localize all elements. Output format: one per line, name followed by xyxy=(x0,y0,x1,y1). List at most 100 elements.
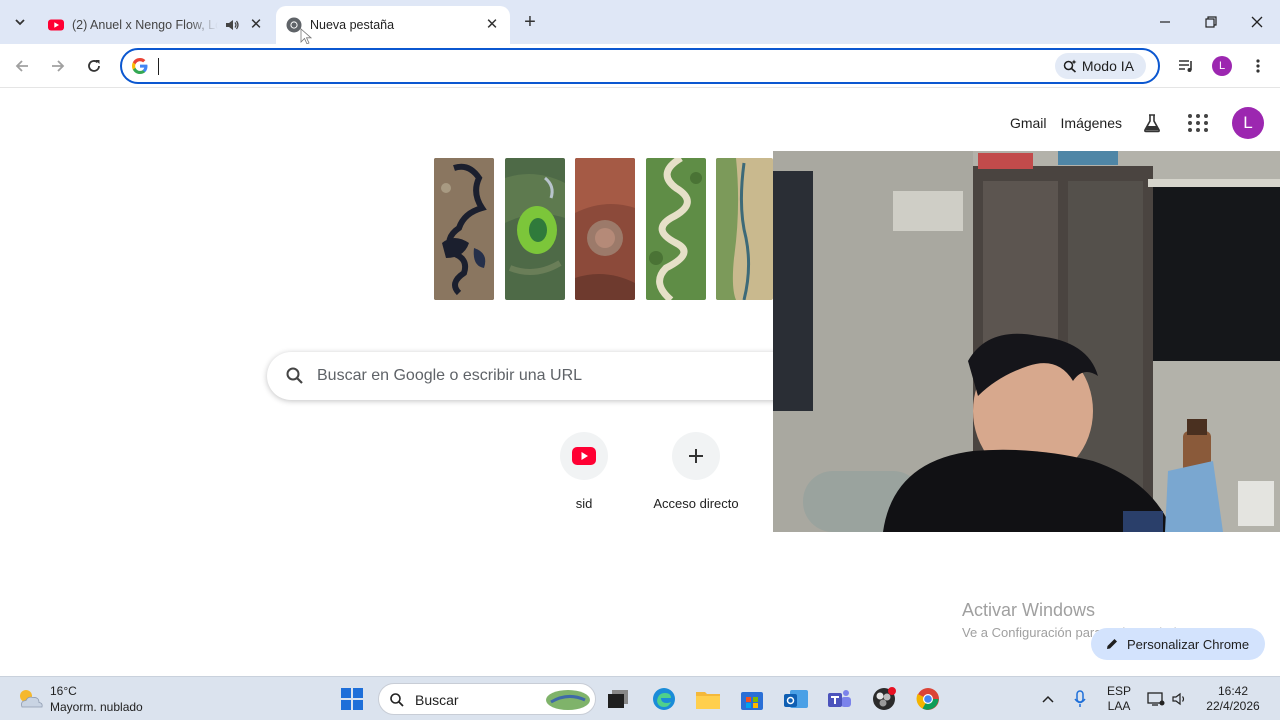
customize-chrome-button[interactable]: Personalizar Chrome xyxy=(1091,628,1266,660)
obs-icon xyxy=(873,687,896,710)
chrome-icon xyxy=(916,688,939,710)
chrome-app[interactable] xyxy=(912,683,944,715)
teams-icon xyxy=(828,690,851,707)
tab-title: (2) Anuel x Nengo Flow, Los xyxy=(72,18,218,32)
shortcut-label: sid xyxy=(575,496,593,511)
speaker-icon[interactable] xyxy=(224,17,240,33)
forward-button[interactable] xyxy=(44,52,72,80)
minimize-icon xyxy=(1160,21,1170,23)
weather-desc: Mayorm. nublado xyxy=(50,700,143,714)
chrome-menu-button[interactable] xyxy=(1245,53,1271,79)
flask-icon xyxy=(1144,114,1160,133)
images-link[interactable]: Imágenes xyxy=(1061,115,1122,131)
tray-overflow-button[interactable] xyxy=(1038,683,1058,715)
windows-logo-icon xyxy=(341,688,363,710)
browser-toolbar: Modo IA L xyxy=(0,44,1280,88)
add-shortcut-tile[interactable]: Acceso directo xyxy=(640,432,752,528)
search-icon xyxy=(286,367,303,384)
shortcut-icon-circle xyxy=(560,432,608,480)
close-window-button[interactable] xyxy=(1242,8,1272,36)
activation-title: Activar Windows xyxy=(962,600,1096,620)
clock-date: 22/4/2026 xyxy=(1206,699,1260,713)
task-view-icon xyxy=(608,690,628,708)
avatar: L xyxy=(1212,56,1232,76)
chevron-down-icon xyxy=(15,19,25,26)
shortcut-tile[interactable]: sid xyxy=(528,432,640,528)
tab-youtube[interactable]: (2) Anuel x Nengo Flow, Los ✕ xyxy=(38,6,274,44)
back-arrow-icon xyxy=(15,60,28,72)
text-caret xyxy=(158,58,159,75)
new-tab-button[interactable]: + xyxy=(518,10,542,34)
youtube-icon xyxy=(48,19,64,31)
youtube-icon xyxy=(572,447,596,465)
folder-icon xyxy=(696,692,720,709)
doodle-panel xyxy=(646,158,706,300)
store-icon xyxy=(741,692,763,710)
webcam-video-image xyxy=(773,151,1280,532)
search-placeholder: Buscar en Google o escribir una URL xyxy=(317,367,583,384)
reload-icon xyxy=(88,60,100,72)
more-vertical-icon xyxy=(1256,59,1260,73)
keyboard-layout: LAA xyxy=(1107,699,1131,713)
profile-button[interactable]: L xyxy=(1209,53,1235,79)
plus-icon xyxy=(689,449,703,463)
ntp-search-box[interactable]: Buscar en Google o escribir una URL xyxy=(267,352,827,400)
weather-temp: 16°C xyxy=(50,684,77,698)
close-tab-icon[interactable]: ✕ xyxy=(484,17,500,33)
tab-title: Nueva pestaña xyxy=(310,18,395,32)
partly-cloudy-icon xyxy=(20,690,43,708)
reload-button[interactable] xyxy=(80,52,108,80)
language-code: ESP xyxy=(1106,684,1131,698)
close-tab-icon[interactable]: ✕ xyxy=(248,17,264,33)
microphone-icon xyxy=(1074,690,1086,707)
labs-button[interactable] xyxy=(1140,111,1164,135)
outlook-app[interactable] xyxy=(780,683,812,715)
store-app[interactable] xyxy=(736,683,768,715)
windows-taskbar: 16°C Mayorm. nublado Buscar ESP LAA 16:4… xyxy=(0,676,1280,720)
customize-label: Personalizar Chrome xyxy=(1127,636,1250,652)
shortcut-icon-circle xyxy=(672,432,720,480)
doodle-panel xyxy=(716,158,773,300)
address-bar[interactable]: Modo IA xyxy=(120,48,1160,84)
tab-strip: (2) Anuel x Nengo Flow, Los ✕ Nueva pest… xyxy=(0,0,1280,44)
playlist-icon xyxy=(1179,60,1192,72)
tab-search-button[interactable] xyxy=(8,10,32,34)
restore-button[interactable] xyxy=(1196,8,1226,36)
volume-button[interactable] xyxy=(1170,683,1190,715)
edge-app[interactable] xyxy=(648,683,680,715)
chevron-up-icon xyxy=(1042,695,1054,703)
media-controls-button[interactable] xyxy=(1173,53,1199,79)
search-icon xyxy=(390,693,404,707)
close-icon xyxy=(1251,16,1263,28)
pencil-icon xyxy=(1107,639,1117,649)
speaker-icon xyxy=(1172,692,1185,706)
weather-widget[interactable]: 16°C Mayorm. nublado xyxy=(16,683,143,715)
address-input[interactable] xyxy=(160,54,1040,78)
language-indicator[interactable]: ESP LAA xyxy=(1102,683,1136,715)
search-highlight-icon xyxy=(546,690,590,710)
edge-icon xyxy=(653,688,675,710)
doodle-panel xyxy=(505,158,565,300)
clock[interactable]: 16:42 22/4/2026 xyxy=(1198,683,1268,715)
teams-app[interactable] xyxy=(824,683,856,715)
doodle-panel xyxy=(575,158,635,300)
microphone-button[interactable] xyxy=(1068,683,1092,715)
file-explorer-app[interactable] xyxy=(692,683,724,715)
google-icon xyxy=(132,58,148,74)
account-avatar[interactable]: L xyxy=(1232,107,1264,139)
minimize-button[interactable] xyxy=(1150,8,1180,36)
clock-time: 16:42 xyxy=(1217,684,1248,698)
taskview-button[interactable] xyxy=(602,683,634,715)
ai-mode-button[interactable]: Modo IA xyxy=(1054,53,1146,79)
google-apps-button[interactable] xyxy=(1186,111,1210,135)
restore-icon xyxy=(1205,16,1217,28)
gmail-link[interactable]: Gmail xyxy=(1010,115,1047,131)
back-button[interactable] xyxy=(8,52,36,80)
taskbar-search[interactable]: Buscar xyxy=(378,683,596,715)
ai-mode-label: Modo IA xyxy=(1081,58,1134,74)
start-button[interactable] xyxy=(336,683,368,715)
ntp-header: Gmail Imágenes L xyxy=(1010,107,1264,139)
shortcut-label: Acceso directo xyxy=(653,496,739,511)
network-button[interactable] xyxy=(1146,683,1166,715)
obs-app[interactable] xyxy=(868,683,900,715)
